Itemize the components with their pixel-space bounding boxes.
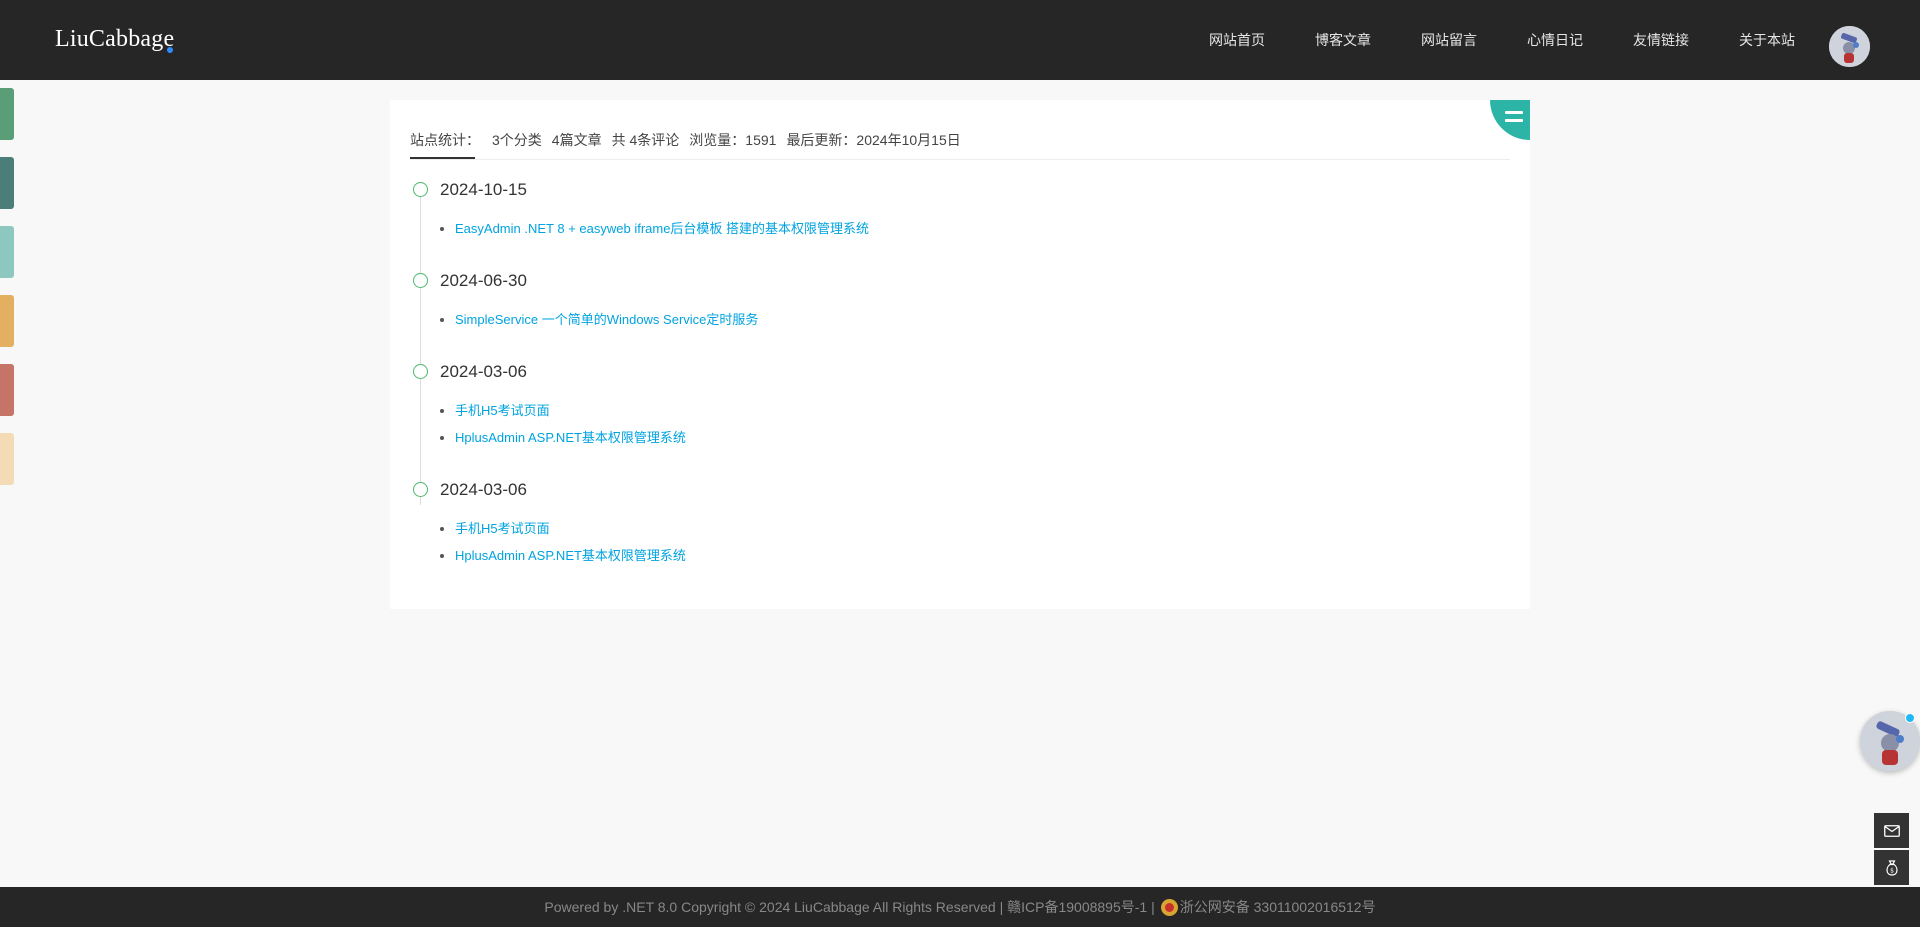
nav-home[interactable]: 网站首页 [1209,30,1265,50]
timeline-date: 2024-06-30 [440,271,527,290]
nav-diary[interactable]: 心情日记 [1527,30,1583,50]
stats-divider [410,159,1510,160]
post-link[interactable]: HplusAdmin ASP.NET基本权限管理系统 [440,429,1510,456]
timeline-group: 2024-06-30 SimpleService 一个简单的Windows Se… [410,269,1510,338]
post-link[interactable]: SimpleService 一个简单的Windows Service定时服务 [440,311,1510,338]
timeline-group: 2024-03-06 手机H5考试页面 HplusAdmin ASP.NET基本… [410,360,1510,456]
post-list: EasyAdmin .NET 8 + easyweb iframe后台模板 搭建… [440,220,1510,247]
timeline-date: 2024-10-15 [440,180,527,199]
main-nav: 网站首页 博客文章 网站留言 心情日记 友情链接 关于本站 [1209,0,1795,80]
nav-guestbook[interactable]: 网站留言 [1421,30,1477,50]
side-tab-1[interactable] [0,88,14,140]
menu-icon-bar-2 [1505,119,1523,122]
logo-dot [167,47,173,53]
top-header: LiuCabbage 网站首页 博客文章 网站留言 心情日记 友情链接 关于本站 [0,0,1920,80]
timeline-group: 2024-03-06 手机H5考试页面 HplusAdmin ASP.NET基本… [410,478,1510,574]
side-tab-4[interactable] [0,295,14,347]
post-list: SimpleService 一个简单的Windows Service定时服务 [440,311,1510,338]
timeline-group: 2024-10-15 EasyAdmin .NET 8 + easyweb if… [410,178,1510,247]
svg-text:$: $ [1890,867,1894,874]
side-tab-3[interactable] [0,226,14,278]
footer-copyright: Powered by .NET 8.0 Copyright © 2024 Liu… [544,899,1155,915]
user-avatar[interactable] [1829,26,1870,67]
stats-categories: 3个分类 [492,132,542,148]
footer-police-record[interactable]: 浙公网安备 33011002016512号 [1180,897,1376,917]
mail-button[interactable] [1874,813,1909,848]
stats-updated: 最后更新：2024年10月15日 [786,132,961,148]
site-footer: Powered by .NET 8.0 Copyright © 2024 Liu… [0,887,1920,927]
site-logo[interactable]: LiuCabbage [55,26,174,53]
stats-views: 浏览量：1591 [689,132,777,148]
timeline-dot-icon [413,364,428,379]
police-badge-icon [1160,898,1178,916]
nav-links[interactable]: 友情链接 [1633,30,1689,50]
side-tab-6[interactable] [0,433,14,485]
nav-about[interactable]: 关于本站 [1739,30,1795,50]
mail-icon [1883,824,1900,837]
stats-label: 站点统计： [410,132,480,148]
side-tab-2[interactable] [0,157,14,209]
timeline-date: 2024-03-06 [440,362,527,381]
site-stats: 站点统计： 3个分类 4篇文章 共 4条评论 浏览量：1591 最后更新：202… [410,130,971,150]
post-link[interactable]: 手机H5考试页面 [440,402,1510,429]
stats-comments: 共 4条评论 [611,132,680,148]
timeline-date: 2024-03-06 [440,480,527,499]
post-link[interactable]: HplusAdmin ASP.NET基本权限管理系统 [440,547,1510,574]
post-link[interactable]: 手机H5考试页面 [440,520,1510,547]
post-link[interactable]: EasyAdmin .NET 8 + easyweb iframe后台模板 搭建… [440,220,1510,247]
donate-button[interactable]: $ [1874,850,1909,885]
menu-toggle-button[interactable] [1490,100,1530,140]
post-list: 手机H5考试页面 HplusAdmin ASP.NET基本权限管理系统 [440,402,1510,456]
archive-card: 站点统计： 3个分类 4篇文章 共 4条评论 浏览量：1591 最后更新：202… [390,100,1530,609]
timeline-dot-icon [413,273,428,288]
avatar-image [1829,26,1870,67]
notification-dot [1905,713,1915,723]
money-bag-icon: $ [1885,859,1898,876]
timeline-dot-icon [413,182,428,197]
archive-timeline: 2024-10-15 EasyAdmin .NET 8 + easyweb if… [410,178,1510,596]
side-tab-5[interactable] [0,364,14,416]
timeline-dot-icon [413,482,428,497]
stats-articles: 4篇文章 [551,132,602,148]
nav-blog[interactable]: 博客文章 [1315,30,1371,50]
post-list: 手机H5考试页面 HplusAdmin ASP.NET基本权限管理系统 [440,520,1510,574]
menu-icon-bar-1 [1505,111,1523,114]
